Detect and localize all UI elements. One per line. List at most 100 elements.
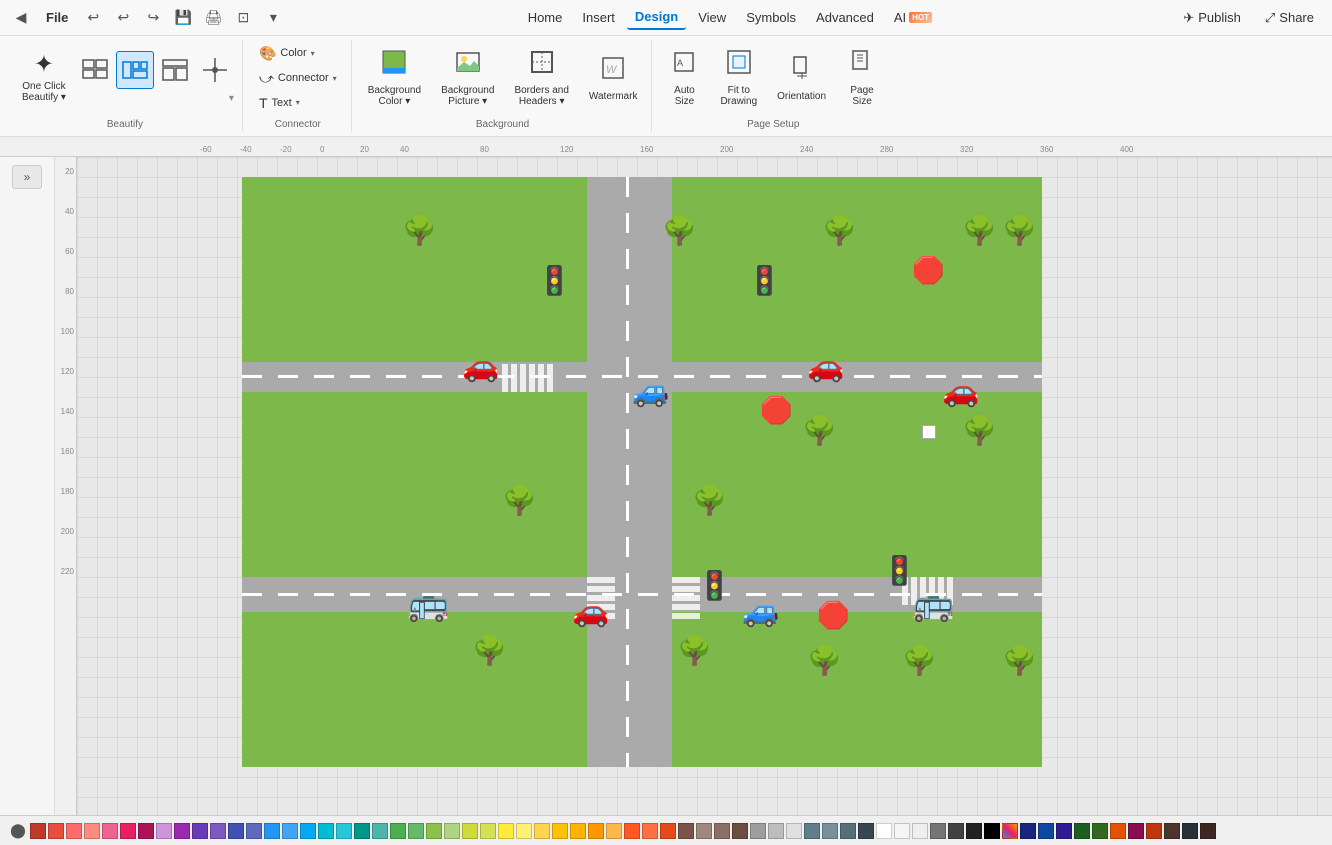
print-button[interactable]: 🖨 — [200, 5, 226, 31]
orientation-button[interactable]: Orientation — [771, 42, 832, 114]
color-swatch[interactable] — [1200, 823, 1216, 839]
color-swatch[interactable] — [516, 823, 532, 839]
color-swatch[interactable] — [138, 823, 154, 839]
color-swatch[interactable] — [408, 823, 424, 839]
car-pink-1[interactable]: 🚗 — [462, 352, 499, 382]
color-swatch[interactable] — [462, 823, 478, 839]
traffic-light-3[interactable]: 🚦 — [697, 572, 732, 600]
color-swatch[interactable] — [1056, 823, 1072, 839]
color-swatch[interactable] — [840, 823, 856, 839]
color-swatch[interactable] — [570, 823, 586, 839]
layout-btn-4[interactable] — [196, 51, 234, 89]
color-swatch[interactable] — [588, 823, 604, 839]
stop-sign-3[interactable]: 🛑 — [817, 602, 849, 628]
color-swatch[interactable] — [372, 823, 388, 839]
color-swatch[interactable] — [264, 823, 280, 839]
color-btn[interactable]: 🎨 Color ▾ — [253, 42, 343, 65]
car-pink-3[interactable]: 🚗 — [572, 597, 609, 627]
color-swatch[interactable] — [696, 823, 712, 839]
car-red-1[interactable]: 🚗 — [942, 377, 979, 407]
fit-drawing-button[interactable]: Fit toDrawing — [714, 42, 763, 114]
menu-design[interactable]: Design — [627, 5, 686, 30]
color-swatch[interactable] — [642, 823, 658, 839]
menu-advanced[interactable]: Advanced — [808, 6, 882, 29]
color-swatch[interactable] — [444, 823, 460, 839]
color-swatch[interactable] — [1182, 823, 1198, 839]
color-swatch[interactable] — [786, 823, 802, 839]
layout-btn-2[interactable] — [116, 51, 154, 89]
color-swatch[interactable] — [876, 823, 892, 839]
export-button[interactable]: ⊡ — [230, 5, 256, 31]
color-swatch[interactable] — [552, 823, 568, 839]
undo-button[interactable]: ↩ — [80, 5, 106, 31]
color-swatch[interactable] — [174, 823, 190, 839]
color-swatch[interactable] — [210, 823, 226, 839]
color-swatch[interactable] — [1164, 823, 1180, 839]
menu-symbols[interactable]: Symbols — [738, 6, 804, 29]
color-swatch[interactable] — [732, 823, 748, 839]
color-swatch[interactable] — [84, 823, 100, 839]
auto-size-button[interactable]: A AutoSize — [662, 42, 706, 114]
traffic-light-4[interactable]: 🚦 — [882, 557, 917, 585]
connector-btn[interactable]: ⤻ Connector ▾ — [253, 67, 343, 90]
sidebar-toggle[interactable]: » — [12, 165, 42, 189]
color-swatch[interactable] — [1146, 823, 1162, 839]
share-button[interactable]: ⤢ Share — [1255, 6, 1324, 30]
layout-btn-1[interactable] — [76, 51, 114, 89]
color-swatch[interactable] — [822, 823, 838, 839]
color-swatch[interactable] — [1110, 823, 1126, 839]
menu-home[interactable]: Home — [520, 6, 571, 29]
color-swatch[interactable] — [354, 823, 370, 839]
color-swatch[interactable] — [714, 823, 730, 839]
color-swatch[interactable] — [858, 823, 874, 839]
back-button[interactable]: ◀ — [8, 5, 34, 31]
color-swatch[interactable] — [426, 823, 442, 839]
color-swatch[interactable] — [156, 823, 172, 839]
color-swatch[interactable] — [246, 823, 262, 839]
color-swatch[interactable] — [1020, 823, 1036, 839]
save-button[interactable]: 💾 — [170, 5, 196, 31]
color-swatch[interactable] — [606, 823, 622, 839]
palette-menu-icon[interactable]: ⬤ — [8, 821, 28, 841]
color-swatch[interactable] — [804, 823, 820, 839]
stop-sign-2[interactable]: 🛑 — [760, 397, 792, 423]
color-swatch[interactable] — [228, 823, 244, 839]
one-click-beautify-button[interactable]: ✦ One ClickBeautify ▾ — [16, 42, 72, 114]
publish-button[interactable]: ✈ Publish — [1173, 6, 1251, 30]
color-swatch[interactable] — [498, 823, 514, 839]
color-swatch[interactable] — [192, 823, 208, 839]
color-swatch[interactable] — [912, 823, 928, 839]
color-swatch[interactable] — [660, 823, 676, 839]
menu-insert[interactable]: Insert — [574, 6, 623, 29]
diagram[interactable]: 🚦 🚦 🚦 🚦 🛑 🛑 🛑 🚗 🚗 🚙 🚗 🚙 🚗 🚌 🚌 — [242, 177, 1042, 767]
color-swatch[interactable] — [750, 823, 766, 839]
color-swatch[interactable] — [894, 823, 910, 839]
color-swatch[interactable] — [480, 823, 496, 839]
color-swatch[interactable] — [948, 823, 964, 839]
menu-view[interactable]: View — [690, 6, 734, 29]
color-swatch[interactable] — [930, 823, 946, 839]
color-swatch-gradient[interactable] — [1002, 823, 1018, 839]
color-swatch[interactable] — [1074, 823, 1090, 839]
traffic-light-2[interactable]: 🚦 — [747, 267, 782, 295]
borders-button[interactable]: Borders andHeaders ▾ — [508, 42, 574, 114]
canvas-area[interactable]: 🚦 🚦 🚦 🚦 🛑 🛑 🛑 🚗 🚗 🚙 🚗 🚙 🚗 🚌 🚌 — [77, 157, 1332, 815]
color-swatch[interactable] — [624, 823, 640, 839]
car-blue-2[interactable]: 🚙 — [742, 597, 779, 627]
car-blue-1[interactable]: 🚙 — [632, 377, 669, 407]
bg-picture-button[interactable]: BackgroundPicture ▾ — [435, 42, 500, 114]
undo-button2[interactable]: ↩ — [110, 5, 136, 31]
color-swatch[interactable] — [984, 823, 1000, 839]
page-size-button[interactable]: PageSize — [840, 42, 884, 114]
watermark-button[interactable]: W Watermark — [583, 42, 644, 114]
color-swatch[interactable] — [768, 823, 784, 839]
color-swatch[interactable] — [318, 823, 334, 839]
color-swatch[interactable] — [966, 823, 982, 839]
bus-1[interactable]: 🚌 — [407, 587, 449, 621]
color-swatch[interactable] — [678, 823, 694, 839]
stop-sign-1[interactable]: 🛑 — [912, 257, 944, 283]
color-swatch[interactable] — [336, 823, 352, 839]
color-swatch[interactable] — [534, 823, 550, 839]
color-swatch[interactable] — [1128, 823, 1144, 839]
color-swatch[interactable] — [1038, 823, 1054, 839]
